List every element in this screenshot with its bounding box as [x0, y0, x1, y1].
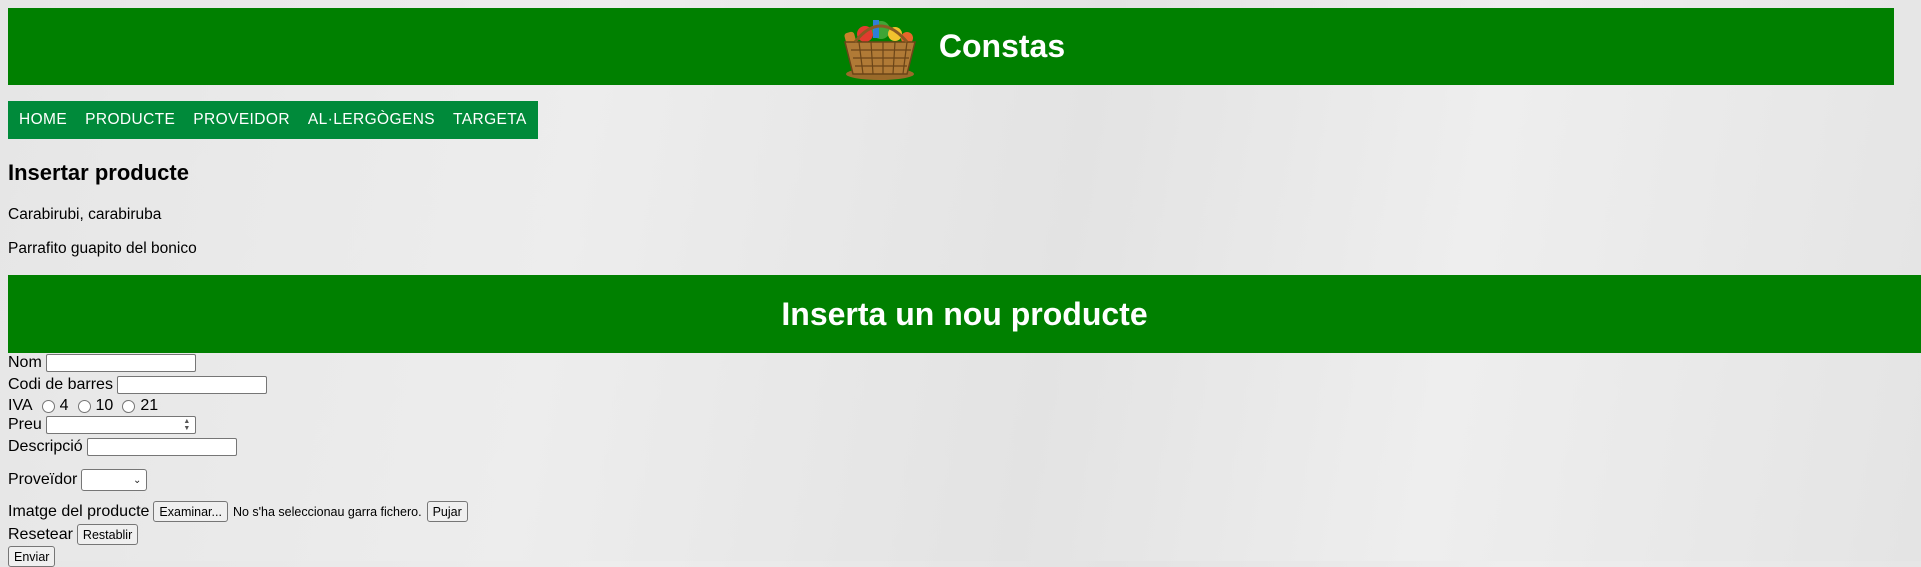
reset-label: Resetear [8, 525, 73, 543]
form-header: Inserta un nou producte [8, 275, 1921, 353]
nom-input[interactable] [45, 354, 196, 372]
intro-paragraph-1: Carabirubi, carabiruba [8, 206, 162, 223]
iva-option-label: 4 [59, 397, 69, 414]
iva-radio-4[interactable] [41, 399, 55, 413]
site-title: Constas [938, 28, 1066, 64]
intro-paragraph-2: Parrafito guapito del bonico [8, 240, 197, 257]
nav-item-targeta[interactable]: TARGETA [444, 101, 536, 139]
reset-row: Resetear Restablir [8, 524, 139, 545]
form-title: Inserta un nou producte [781, 295, 1148, 332]
nav-item-allergogens[interactable]: AL·LERGÒGENS [299, 101, 444, 139]
nav-item-proveidor[interactable]: PROVEIDOR [184, 101, 299, 139]
site-header: Constas [8, 8, 1894, 85]
iva-row: IVA 4 10 21 [8, 397, 162, 415]
preu-field-wrap: ▲ ▼ [45, 416, 196, 435]
chevron-down-icon: ⌄ [132, 474, 142, 486]
preu-label: Preu [8, 416, 42, 434]
iva-option-label: 21 [140, 397, 159, 414]
browse-file-button[interactable]: Examinar... [153, 501, 228, 522]
submit-row: Enviar [8, 546, 56, 567]
proveidor-label: Proveïdor [8, 471, 78, 488]
codi-row: Codi de barres [8, 376, 267, 394]
descripcio-row: Descripció [8, 438, 237, 456]
reset-button[interactable]: Restablir [76, 524, 139, 545]
file-status: No s'ha seleccionau garra fichero. [232, 504, 422, 519]
page-title: Insertar producte [8, 160, 189, 185]
proveidor-select[interactable]: ⌄ [81, 469, 148, 491]
descripcio-input[interactable] [86, 438, 237, 456]
upload-button[interactable]: Pujar [426, 501, 468, 522]
iva-option-label: 10 [95, 397, 114, 414]
main-nav: HOME PRODUCTE PROVEIDOR AL·LERGÒGENS TAR… [8, 101, 538, 139]
preu-row: Preu ▲ ▼ [8, 416, 196, 435]
descripcio-label: Descripció [8, 438, 83, 455]
shopping-basket-icon [843, 19, 916, 80]
nav-item-producte[interactable]: PRODUCTE [76, 101, 184, 139]
proveidor-row: Proveïdor ⌄ [8, 469, 148, 491]
nav-item-home[interactable]: HOME [10, 101, 76, 139]
nom-label: Nom [8, 354, 42, 371]
imatge-row: Imatge del producte Examinar... No s'ha … [8, 501, 468, 522]
nom-row: Nom [8, 354, 196, 372]
imatge-label: Imatge del producte [8, 502, 150, 520]
iva-radio-21[interactable] [122, 399, 136, 413]
stepper-icon[interactable]: ▲ ▼ [180, 417, 194, 433]
codi-label: Codi de barres [8, 376, 113, 393]
iva-radio-10[interactable] [77, 399, 91, 413]
preu-input[interactable] [45, 416, 196, 434]
codi-barres-input[interactable] [116, 376, 267, 394]
iva-label: IVA [8, 397, 33, 414]
submit-button[interactable]: Enviar [8, 546, 56, 567]
